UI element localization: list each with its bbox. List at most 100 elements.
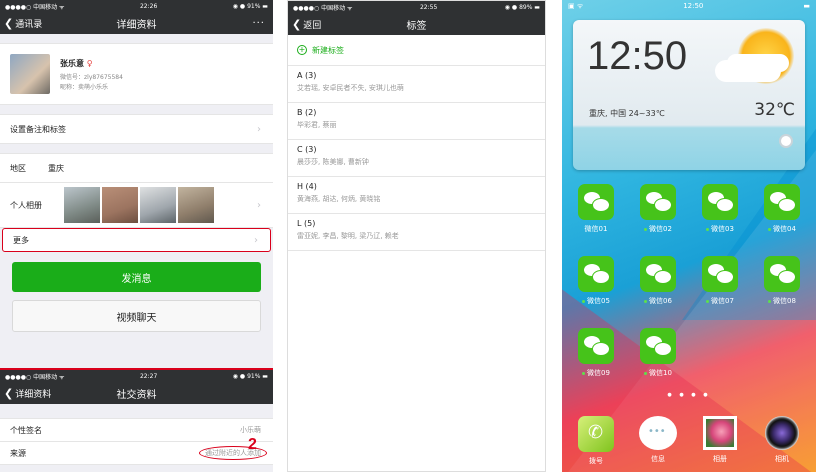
region-row: 地区 重庆 xyxy=(0,153,273,183)
new-install-dot xyxy=(706,227,710,231)
dock-label: 拨号 xyxy=(589,457,603,465)
tag-group-title: H (4) xyxy=(297,182,317,191)
app-label-line: 微信03 xyxy=(690,224,750,234)
wechat-app-icon[interactable]: 微信06 xyxy=(628,256,688,306)
tag-group-members: 雷亚妮, 李昌, 黎明, 梁乃辽, 赖老 xyxy=(297,232,399,240)
refresh-icon[interactable] xyxy=(779,134,793,148)
wechat-app-icon[interactable]: 微信01 xyxy=(566,184,626,234)
page-title: 标签 xyxy=(406,20,427,32)
album-row[interactable]: 个人相册 › xyxy=(0,183,273,228)
app-label: 微信10 xyxy=(649,369,672,377)
region-label: 地区 xyxy=(10,163,26,173)
tag-group-title: B (2) xyxy=(297,108,317,117)
signature-value: 小乐萌 xyxy=(240,426,261,434)
new-install-dot xyxy=(644,371,648,375)
more-menu-button[interactable]: ··· xyxy=(252,18,265,29)
wechat-app-icon[interactable]: 微信02 xyxy=(628,184,688,234)
chat-bubble-icon: ••• xyxy=(639,416,677,450)
tag-group-row[interactable]: B (2) 毕彩君, 蔡丽 xyxy=(288,103,545,140)
app-label-line: 微信07 xyxy=(690,296,750,306)
new-install-dot xyxy=(706,299,710,303)
cloud-icon xyxy=(715,60,781,82)
app-label-line: 微信05 xyxy=(566,296,626,306)
back-label: 详细资料 xyxy=(15,389,52,400)
status-bar: ●●●●○ 中国移动 ᯤ 22:55 ◉ ● 89% ▬ xyxy=(288,1,545,13)
more-row[interactable]: 更多 › xyxy=(2,228,271,252)
new-tag-button[interactable]: + 新建标签 xyxy=(288,35,545,66)
app-label: 微信02 xyxy=(649,225,672,233)
status-carrier: ●●●●○ 中国移动 ᯤ xyxy=(293,4,353,12)
wechat-app-icon[interactable]: 微信08 xyxy=(752,256,812,306)
wechat-icon xyxy=(578,328,614,364)
album-label: 个人相册 xyxy=(10,200,42,210)
remark-tags-row[interactable]: 设置备注和标签 › xyxy=(0,114,273,144)
profile-name-line: 张乐意 ♀ xyxy=(60,58,123,69)
status-time: 22:55 xyxy=(419,3,438,11)
page-indicator: ● ● ● ● xyxy=(667,392,711,398)
weather-location: 重庆, 中国 24~33℃ xyxy=(589,109,665,118)
social-profile-screen: ●●●●○ 中国移动 ᯤ 22:27 ◉ ● 91% ▬ ❮ 详细资料 社交资料 … xyxy=(0,368,273,472)
wechat-profile-screen: ●●●●○ 中国移动 ᯤ 22:26 ◉ ● 91% ▬ ❮ 通讯录 详细资料 ·… xyxy=(0,0,273,472)
back-label: 返回 xyxy=(303,20,322,31)
weather-widget[interactable]: 12:50 重庆, 中国 24~33℃ 32℃ xyxy=(573,20,805,170)
tag-group-title: A (3) xyxy=(297,71,317,80)
wechat-icon xyxy=(640,184,676,220)
video-call-button[interactable]: 视频聊天 xyxy=(12,300,261,332)
wechat-app-icon[interactable]: 微信09 xyxy=(566,328,626,378)
temperature: 32℃ xyxy=(754,100,795,120)
status-left-icons: ▣ ᯤ xyxy=(568,1,584,10)
status-bar: ●●●●○ 中国移动 ᯤ 22:26 ◉ ● 91% ▬ xyxy=(0,0,273,12)
back-button[interactable]: ❮ 通讯录 xyxy=(4,17,42,30)
wechat-app-icon[interactable]: 微信07 xyxy=(690,256,750,306)
tag-group-title: L (5) xyxy=(297,219,316,228)
annotation-number-2: 2 xyxy=(248,436,257,453)
status-time: 22:27 xyxy=(139,372,158,380)
chevron-left-icon: ❮ xyxy=(292,17,302,31)
new-install-dot xyxy=(768,227,772,231)
status-battery: ◉ ● 91% ▬ xyxy=(232,372,268,380)
send-message-button[interactable]: 发消息 xyxy=(12,262,261,292)
gallery-app[interactable]: 相册 xyxy=(690,416,750,464)
nickname: 昵称：卖萌小乐乐 xyxy=(60,83,109,91)
chevron-left-icon: ❮ xyxy=(4,16,14,30)
wechat-app-icon[interactable]: 微信03 xyxy=(690,184,750,234)
app-label: 微信05 xyxy=(587,297,610,305)
nav-bar: ❮ 通讯录 详细资料 ··· xyxy=(0,12,273,34)
gender-female-icon: ♀ xyxy=(86,58,93,68)
tag-group-row[interactable]: L (5) 雷亚妮, 李昌, 黎明, 梁乃辽, 赖老 xyxy=(288,214,545,251)
back-label: 通讯录 xyxy=(15,19,43,30)
region-value: 重庆 xyxy=(48,163,64,173)
back-button[interactable]: ❮ 详细资料 xyxy=(4,387,51,400)
wechat-app-icon[interactable]: 微信04 xyxy=(752,184,812,234)
app-label-line: 微信02 xyxy=(628,224,688,234)
tag-group-row[interactable]: A (3) 艾若瑶, 安卓民者不失, 安琪儿也萌 xyxy=(288,66,545,103)
wechat-icon xyxy=(702,256,738,292)
chevron-left-icon: ❮ xyxy=(4,386,14,400)
tag-group-row[interactable]: C (3) 晨莎莎, 陈美娜, 曹新钟 xyxy=(288,140,545,177)
wechat-app-icon[interactable]: 微信10 xyxy=(628,328,688,378)
avatar[interactable] xyxy=(10,54,50,94)
source-label: 来源 xyxy=(10,448,26,458)
dock-label: 信息 xyxy=(651,455,665,463)
dialer-app[interactable]: ✆ 拨号 xyxy=(566,416,626,466)
handset-glyph: ✆ xyxy=(588,422,604,443)
chevron-right-icon: › xyxy=(254,234,258,246)
app-label: 微信08 xyxy=(773,297,796,305)
app-label-line: 微信04 xyxy=(752,224,812,234)
camera-app[interactable]: 相机 xyxy=(752,416,812,464)
dots-glyph: ••• xyxy=(648,426,666,437)
status-bar: ▣ ᯤ 12:50 ▬ xyxy=(562,0,816,12)
album-photo xyxy=(178,187,214,223)
video-call-label: 视频聊天 xyxy=(116,312,157,324)
tag-list: A (3) 艾若瑶, 安卓民者不失, 安琪儿也萌 B (2) 毕彩君, 蔡丽 C (3)… xyxy=(288,66,545,251)
back-button[interactable]: ❮ 返回 xyxy=(292,18,321,31)
status-carrier: ●●●●○ 中国移动 ᯤ xyxy=(5,373,65,381)
wechat-icon xyxy=(764,184,800,220)
tag-group-row[interactable]: H (4) 黄海燕, 胡达, 何炳, 黄晓铭 xyxy=(288,177,545,214)
wechat-icon xyxy=(764,256,800,292)
messages-app[interactable]: ••• 信息 xyxy=(628,416,688,464)
chevron-right-icon: › xyxy=(257,123,261,135)
signature-row: 个性签名 小乐萌 xyxy=(0,418,273,442)
wechat-app-icon[interactable]: 微信05 xyxy=(566,256,626,306)
status-battery: ◉ ● 89% ▬ xyxy=(504,3,540,11)
